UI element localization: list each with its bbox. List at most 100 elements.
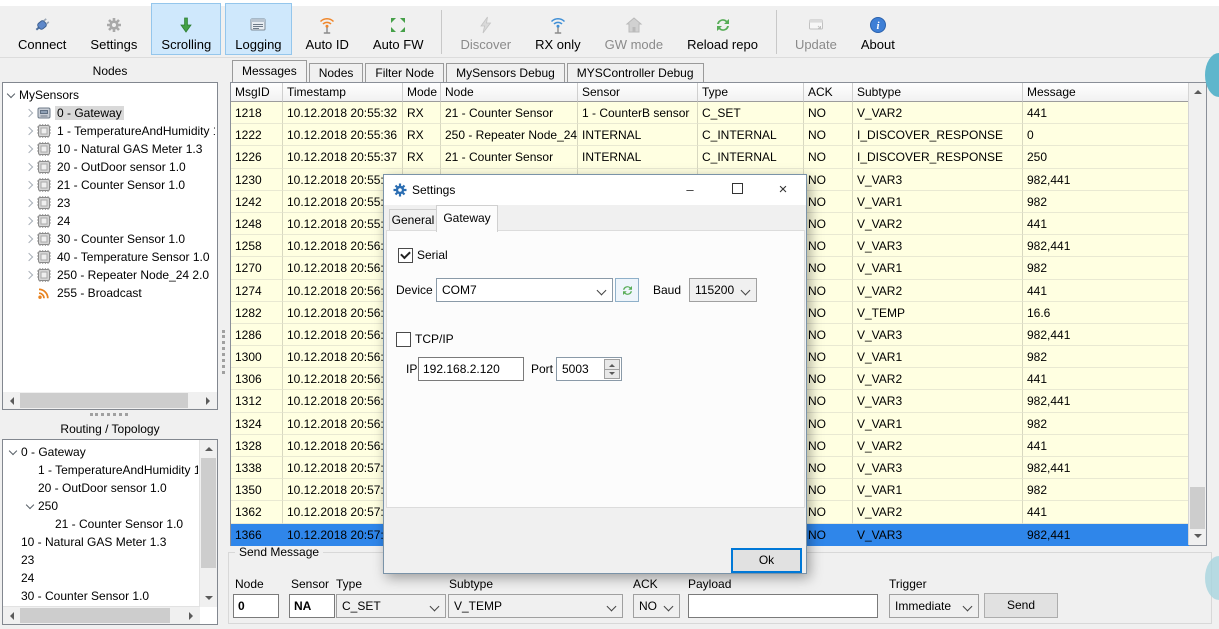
table-vertical-scrollbar[interactable]	[1188, 83, 1206, 545]
close-button[interactable]: ×	[770, 178, 796, 202]
column-header-sensor[interactable]: Sensor	[578, 83, 698, 102]
toolbar-button-auto-id[interactable]: Auto ID	[296, 3, 359, 55]
scroll-up-arrow-icon[interactable]	[1189, 83, 1206, 100]
nodes-horizontal-scrollbar[interactable]	[3, 392, 217, 409]
column-header-ack[interactable]: ACK	[804, 83, 853, 102]
scrollbar-thumb[interactable]	[201, 458, 216, 568]
settings-dialog-titlebar[interactable]: Settings – ×	[384, 175, 806, 205]
toolbar-button-about[interactable]: iAbout	[851, 3, 905, 55]
scroll-left-arrow-icon[interactable]	[3, 392, 20, 409]
column-header-message[interactable]: Message	[1023, 83, 1189, 102]
routing-item-20-outdoor-sensor-1-0[interactable]: 20 - OutDoor sensor 1.0	[5, 479, 198, 497]
refresh-ports-button[interactable]	[615, 278, 639, 302]
tab-mysensors-debug[interactable]: MySensors Debug	[446, 63, 565, 82]
toolbar-button-scrolling[interactable]: Scrolling	[151, 3, 221, 55]
port-spinner[interactable]: 5003	[556, 357, 622, 381]
expand-collapse-icon[interactable]	[23, 215, 35, 227]
tree-item-0-gateway[interactable]: 0 - Gateway	[5, 104, 215, 122]
expand-collapse-icon[interactable]	[23, 107, 35, 119]
toolbar-button-auto-fw[interactable]: Auto FW	[363, 3, 434, 55]
scroll-right-arrow-icon[interactable]	[200, 392, 217, 409]
expand-collapse-icon[interactable]	[5, 89, 17, 101]
toolbar-button-logging[interactable]: Logging	[225, 3, 291, 55]
column-header-timestamp[interactable]: Timestamp	[283, 83, 403, 102]
column-header-mode[interactable]: Mode	[403, 83, 441, 102]
trigger-select[interactable]: Immediate	[889, 594, 979, 618]
toolbar-button-connect[interactable]: Connect	[8, 3, 76, 55]
sensor-field[interactable]	[289, 594, 335, 618]
column-header-node[interactable]: Node	[441, 83, 578, 102]
scrollbar-thumb[interactable]	[20, 393, 188, 408]
routing-item-10-natural-gas-meter-1-3[interactable]: 10 - Natural GAS Meter 1.3	[5, 533, 198, 551]
routing-item-250[interactable]: 250	[5, 497, 198, 515]
routing-item-0-gateway[interactable]: 0 - Gateway	[5, 443, 198, 461]
expand-collapse-icon[interactable]	[24, 500, 36, 512]
scroll-left-arrow-icon[interactable]	[3, 607, 20, 624]
tree-item-20-outdoor-sensor-1-0[interactable]: 20 - OutDoor sensor 1.0	[5, 158, 215, 176]
routing-item-23[interactable]: 23	[5, 551, 198, 569]
scroll-down-arrow-icon[interactable]	[200, 590, 217, 607]
tree-item-24[interactable]: 24	[5, 212, 215, 230]
toolbar-button-reload-repo[interactable]: Reload repo	[677, 3, 768, 55]
ip-field[interactable]	[418, 357, 524, 381]
routing-item-30-counter-sensor-1-0[interactable]: 30 - Counter Sensor 1.0	[5, 587, 198, 605]
scroll-up-arrow-icon[interactable]	[200, 440, 217, 457]
tree-item-40-temperature-sensor-1-0[interactable]: 40 - Temperature Sensor 1.0	[5, 248, 215, 266]
expand-collapse-icon[interactable]	[23, 179, 35, 191]
dialog-tab-general[interactable]: General	[389, 209, 437, 232]
column-header-type[interactable]: Type	[698, 83, 804, 102]
tab-nodes[interactable]: Nodes	[309, 63, 364, 82]
toolbar-button-gw-mode[interactable]: GW mode	[595, 3, 674, 55]
table-row[interactable]: 121810.12.2018 20:55:32RX21 - Counter Se…	[231, 102, 1189, 124]
vertical-splitter-handle[interactable]	[222, 330, 225, 374]
type-select[interactable]: C_SET	[336, 594, 446, 618]
maximize-button[interactable]	[724, 178, 750, 202]
tab-filter-node[interactable]: Filter Node	[365, 63, 444, 82]
serial-checkbox[interactable]	[398, 248, 413, 263]
column-header-msgid[interactable]: MsgID	[231, 83, 283, 102]
routing-item-21-counter-sensor-1-0[interactable]: 21 - Counter Sensor 1.0	[5, 515, 198, 533]
baud-select[interactable]: 115200	[689, 278, 757, 302]
routing-item-24[interactable]: 24	[5, 569, 198, 587]
payload-field[interactable]	[688, 594, 878, 618]
column-header-subtype[interactable]: Subtype	[853, 83, 1023, 102]
expand-collapse-icon[interactable]	[23, 143, 35, 155]
tcpip-checkbox[interactable]	[396, 332, 411, 347]
scrollbar-thumb[interactable]	[20, 608, 170, 623]
expand-collapse-icon[interactable]	[23, 161, 35, 173]
dialog-tab-gateway[interactable]: Gateway	[436, 205, 498, 232]
table-row[interactable]: 122610.12.2018 20:55:37RX21 - Counter Se…	[231, 146, 1189, 168]
panel-splitter-handle[interactable]	[90, 413, 128, 416]
toolbar-button-discover[interactable]: Discover	[450, 3, 521, 55]
routing-item-1-temperatureandhumidity-1[interactable]: 1 - TemperatureAndHumidity 1	[5, 461, 198, 479]
tab-messages[interactable]: Messages	[232, 60, 307, 82]
tab-myscontroller-debug[interactable]: MYSController Debug	[567, 63, 704, 82]
tree-item-21-counter-sensor-1-0[interactable]: 21 - Counter Sensor 1.0	[5, 176, 215, 194]
expand-collapse-icon[interactable]	[23, 233, 35, 245]
tree-item-mysensors-root[interactable]: MySensors	[5, 86, 215, 104]
send-button[interactable]: Send	[984, 593, 1058, 618]
expand-collapse-icon[interactable]	[23, 197, 35, 209]
tree-item-30-counter-sensor-1-0[interactable]: 30 - Counter Sensor 1.0	[5, 230, 215, 248]
tree-item-255-broadcast[interactable]: 255 - Broadcast	[5, 284, 215, 302]
minimize-button[interactable]: –	[677, 178, 703, 202]
scrollbar-thumb[interactable]	[1190, 487, 1205, 529]
table-row[interactable]: 122210.12.2018 20:55:36RX250 - Repeater …	[231, 124, 1189, 146]
expand-collapse-icon[interactable]	[23, 251, 35, 263]
routing-horizontal-scrollbar[interactable]	[3, 606, 200, 624]
scroll-right-arrow-icon[interactable]	[183, 607, 200, 624]
toolbar-button-rx-only[interactable]: RX only	[525, 3, 591, 55]
toolbar-button-update[interactable]: Update	[785, 3, 847, 55]
routing-vertical-scrollbar[interactable]	[199, 440, 217, 607]
tree-item-10-natural-gas-meter-1-3[interactable]: 10 - Natural GAS Meter 1.3	[5, 140, 215, 158]
expand-collapse-icon[interactable]	[7, 446, 19, 458]
tree-item-23[interactable]: 23	[5, 194, 215, 212]
expand-collapse-icon[interactable]	[23, 125, 35, 137]
scroll-down-arrow-icon[interactable]	[1189, 528, 1206, 545]
tree-item-250-repeater-node-24-2-0[interactable]: 250 - Repeater Node_24 2.0	[5, 266, 215, 284]
spinner-down-icon[interactable]	[604, 369, 620, 379]
tree-item-1-temperatureandhumidity-1[interactable]: 1 - TemperatureAndHumidity 1	[5, 122, 215, 140]
toolbar-button-settings[interactable]: Settings	[80, 3, 147, 55]
subtype-select[interactable]: V_TEMP	[448, 594, 623, 618]
ack-select[interactable]: NO	[633, 594, 680, 618]
